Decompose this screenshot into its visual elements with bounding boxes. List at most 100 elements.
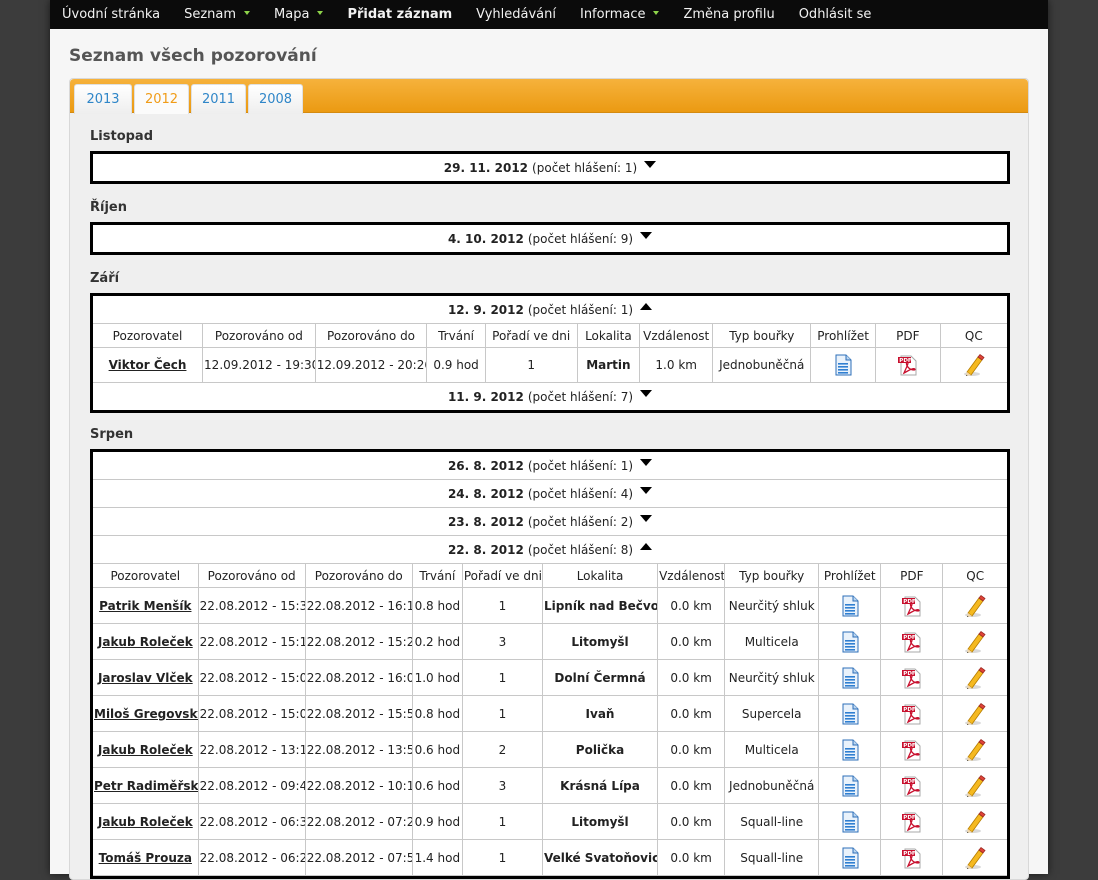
pdf-icon[interactable]: PDF <box>897 354 919 376</box>
pencil-icon[interactable] <box>964 846 986 870</box>
nav-item-informace[interactable]: Informace <box>580 7 660 22</box>
date-toggle-row[interactable]: 4. 10. 2012 (počet hlášení: 9) <box>93 225 1007 252</box>
table-row: Viktor Čech 12.09.2012 - 19:30 12.09.2012 … <box>93 347 1007 383</box>
pencil-icon[interactable] <box>964 774 986 798</box>
duration-cell: 0.9 hod <box>426 347 486 383</box>
month-box-listopad: 29. 11. 2012 (počet hlášení: 1) <box>90 151 1010 184</box>
date-toggle-row[interactable]: 23. 8. 2012 (počet hlášení: 2) <box>93 508 1007 536</box>
expand-arrow-icon[interactable] <box>640 487 653 494</box>
pdf-icon[interactable]: PDF <box>901 847 923 869</box>
observer-link[interactable]: Jaroslav Vlček <box>98 671 193 685</box>
date-toggle-row[interactable]: 26. 8. 2012 (počet hlášení: 1) <box>93 452 1007 480</box>
date-toggle-row[interactable]: 29. 11. 2012 (počet hlášení: 1) <box>93 154 1007 181</box>
observer-link[interactable]: Viktor Čech <box>109 358 187 372</box>
page-wrapper: Úvodní stránka Seznam Mapa Přidat záznam Vyh… <box>50 0 1048 880</box>
observed-from-cell: 22.08.2012 - 15:30 <box>197 587 306 624</box>
svg-text:PDF: PDF <box>899 358 912 364</box>
observer-link[interactable]: Petr Radiměřský <box>94 779 197 793</box>
svg-text:PDF: PDF <box>903 779 916 785</box>
nav-item-mapa[interactable]: Mapa <box>274 7 324 22</box>
pdf-icon[interactable]: PDF <box>901 739 923 761</box>
date-toggle-row[interactable]: 22. 8. 2012 (počet hlášení: 8) <box>93 536 1007 563</box>
column-header-pozorovano-od: Pozorováno od <box>202 323 316 348</box>
observer-link[interactable]: Patrik Menšík <box>99 599 191 613</box>
nav-item-zmena-profilu[interactable]: Změna profilu <box>683 7 774 22</box>
column-header-qc: QC <box>939 323 1007 348</box>
pencil-icon[interactable] <box>964 738 986 762</box>
pdf-icon[interactable]: PDF <box>901 631 923 653</box>
observed-from-cell: 22.08.2012 - 06:25 <box>197 839 306 876</box>
qc-cell <box>942 803 1007 840</box>
chevron-down-icon <box>244 10 251 15</box>
date-toggle-row[interactable]: 24. 8. 2012 (počet hlášení: 4) <box>93 480 1007 508</box>
document-icon[interactable] <box>841 631 859 653</box>
tab-year-2013[interactable]: 2013 <box>74 84 132 114</box>
observed-to-cell: 22.08.2012 - 13:50 <box>304 731 413 768</box>
pencil-icon[interactable] <box>964 810 986 834</box>
document-icon[interactable] <box>841 667 859 689</box>
observer-cell: Patrik Menšík <box>93 587 199 624</box>
pdf-icon[interactable]: PDF <box>901 595 923 617</box>
pdf-cell: PDF <box>874 347 941 383</box>
date-toggle-row[interactable]: 11. 9. 2012 (počet hlášení: 7) <box>93 383 1007 410</box>
nav-item-odhlasit-se[interactable]: Odhlásit se <box>799 7 872 22</box>
column-header-pozorovatel: Pozorovatel <box>93 323 204 348</box>
location-cell: Velké Svatoňovice <box>541 839 659 876</box>
qc-cell <box>939 347 1007 383</box>
observed-from-cell: 22.08.2012 - 06:30 <box>197 803 306 840</box>
pencil-icon[interactable] <box>964 630 986 654</box>
pdf-icon[interactable]: PDF <box>901 667 923 689</box>
svg-text:PDF: PDF <box>903 815 916 821</box>
document-icon[interactable] <box>841 739 859 761</box>
expand-arrow-icon[interactable] <box>640 232 653 239</box>
date-toggle-row[interactable]: 12. 9. 2012 (počet hlášení: 1) <box>93 296 1007 323</box>
nav-item-uvodni-stranka[interactable]: Úvodní stránka <box>62 7 160 22</box>
expand-arrow-icon[interactable] <box>644 161 657 168</box>
document-icon[interactable] <box>841 847 859 869</box>
duration-cell: 1.4 hod <box>411 839 463 876</box>
observer-cell: Miloš Gregovský <box>93 695 199 732</box>
month-heading-rijen: Říjen <box>90 200 127 215</box>
pdf-icon[interactable]: PDF <box>901 775 923 797</box>
nav-item-label: Mapa <box>274 7 310 22</box>
pencil-icon[interactable] <box>964 594 986 618</box>
observer-link[interactable]: Miloš Gregovský <box>94 707 197 721</box>
expand-arrow-icon[interactable] <box>640 390 653 397</box>
location-cell: Lipník nad Bečvou <box>541 587 659 624</box>
expand-arrow-icon[interactable] <box>640 459 653 466</box>
document-icon[interactable] <box>841 703 859 725</box>
qc-cell <box>942 587 1007 624</box>
duration-cell: 0.9 hod <box>411 803 463 840</box>
nav-item-vyhledavani[interactable]: Vyhledávání <box>476 7 556 22</box>
tab-year-2012[interactable]: 2012 <box>134 84 189 114</box>
observer-link[interactable]: Jakub Roleček <box>98 743 193 757</box>
storm-type-cell: Squall-line <box>724 839 820 876</box>
pdf-icon[interactable]: PDF <box>901 811 923 833</box>
collapse-arrow-icon[interactable] <box>640 543 653 550</box>
nav-item-pridat-zaznam[interactable]: Přidat záznam <box>347 7 452 22</box>
document-icon[interactable] <box>834 354 852 376</box>
pdf-icon[interactable]: PDF <box>901 703 923 725</box>
order-cell: 1 <box>461 695 543 732</box>
observer-link[interactable]: Tomáš Prouza <box>99 851 192 865</box>
document-icon[interactable] <box>841 775 859 797</box>
report-count: (počet hlášení: 8) <box>527 542 634 557</box>
observer-link[interactable]: Jakub Roleček <box>98 635 193 649</box>
pencil-icon[interactable] <box>964 702 986 726</box>
expand-arrow-icon[interactable] <box>640 515 653 522</box>
observed-from-cell: 22.08.2012 - 15:00 <box>197 695 306 732</box>
nav-item-seznam[interactable]: Seznam <box>184 7 251 22</box>
observer-cell: Jakub Roleček <box>93 803 199 840</box>
tab-year-2011[interactable]: 2011 <box>191 84 246 114</box>
report-count: (počet hlášení: 1) <box>527 458 634 473</box>
nav-item-label: Odhlásit se <box>798 7 872 22</box>
document-icon[interactable] <box>841 595 859 617</box>
tab-year-2008[interactable]: 2008 <box>248 84 303 114</box>
pencil-icon[interactable] <box>963 353 985 377</box>
pencil-icon[interactable] <box>964 666 986 690</box>
observer-link[interactable]: Jakub Roleček <box>98 815 193 829</box>
collapse-arrow-icon[interactable] <box>640 303 653 310</box>
document-icon[interactable] <box>841 811 859 833</box>
distance-cell: 0.0 km <box>657 767 726 804</box>
qc-cell <box>942 695 1007 732</box>
